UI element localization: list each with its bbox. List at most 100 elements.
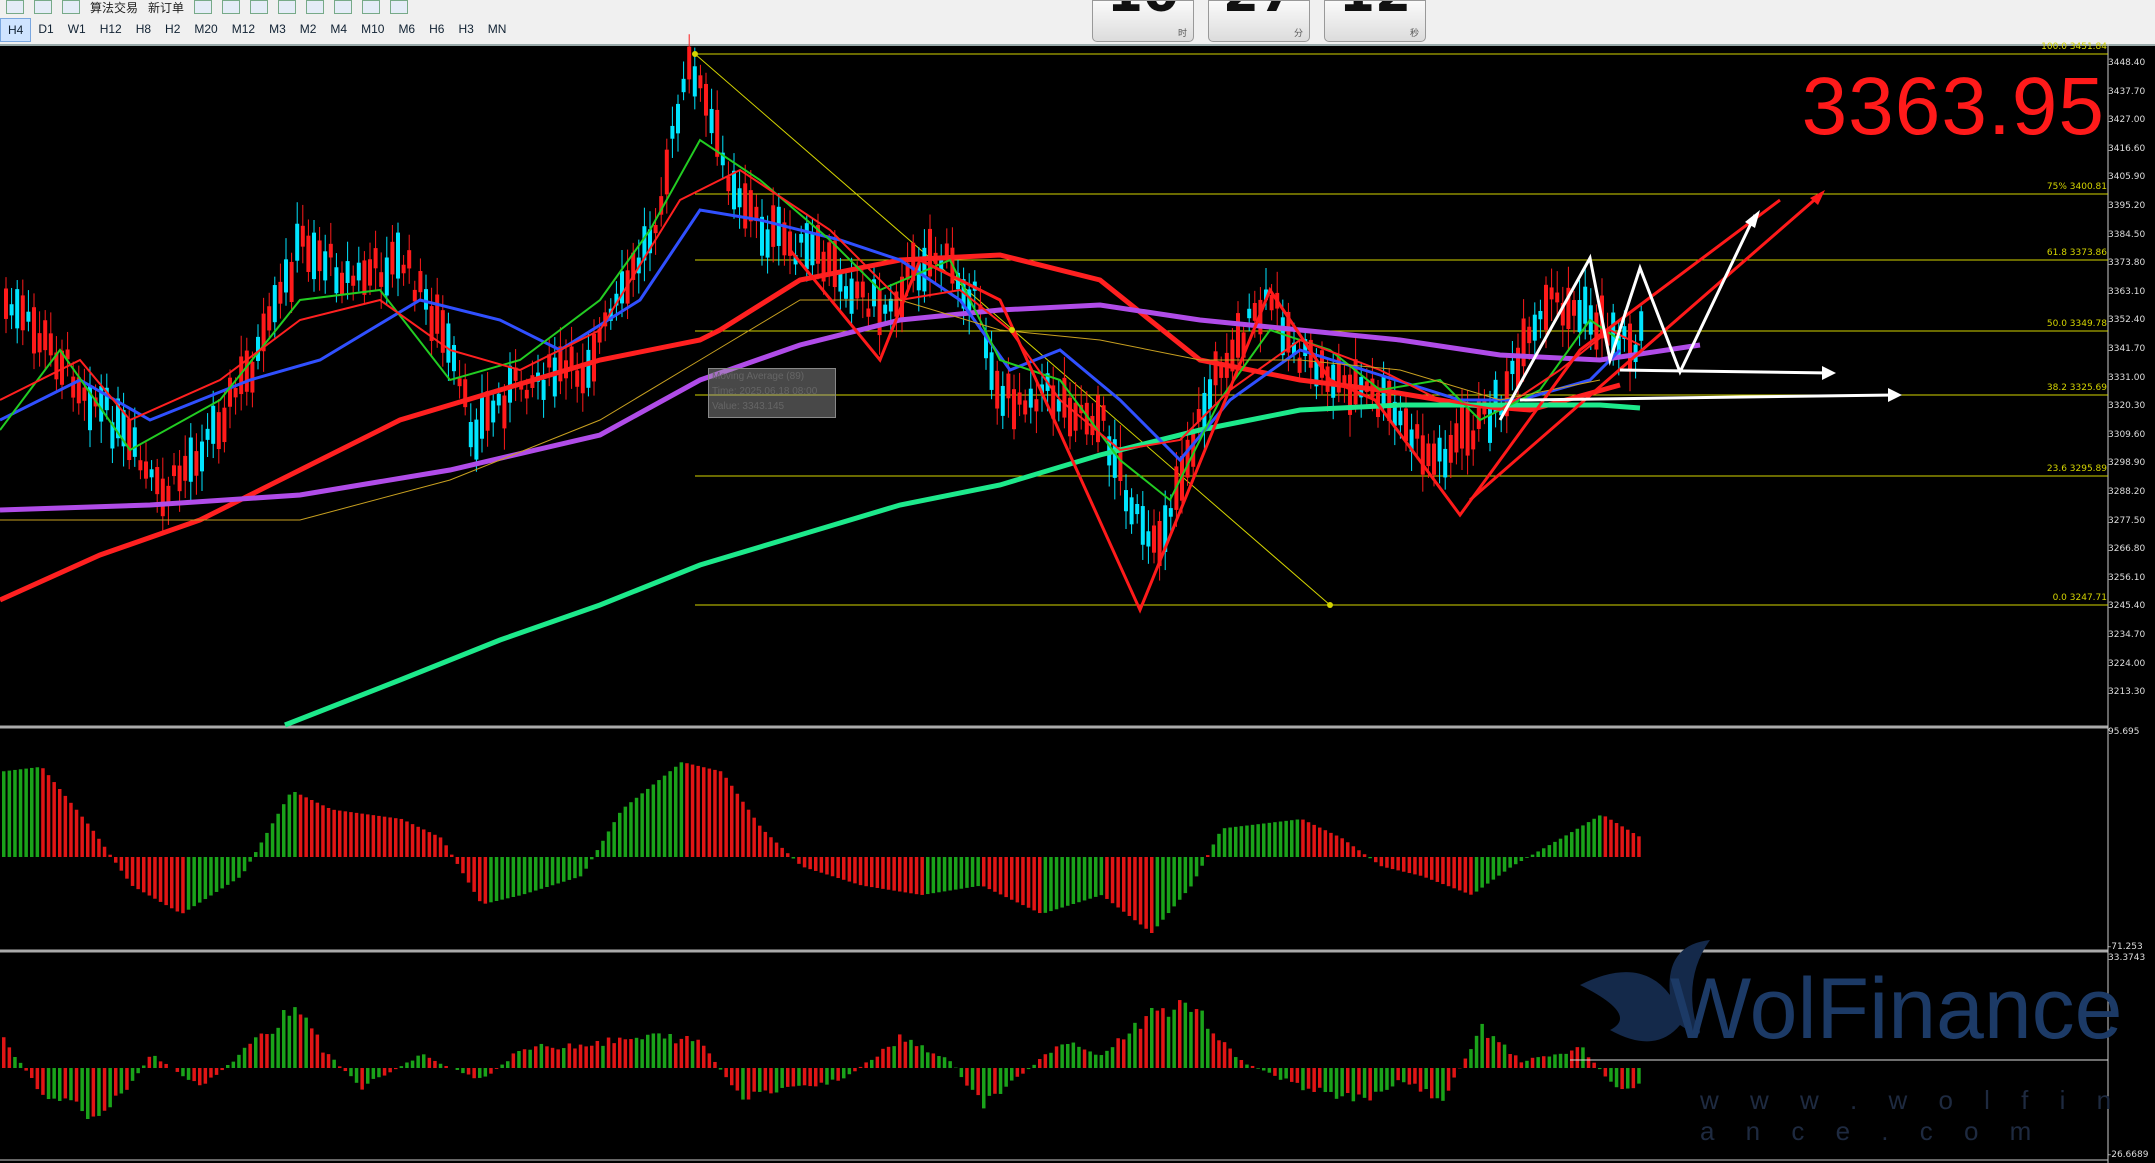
histogram-bar bbox=[1620, 826, 1624, 857]
price-axis-label: 3266.80 bbox=[2108, 544, 2146, 555]
histogram-bar bbox=[1418, 857, 1423, 876]
histogram-bar bbox=[881, 1048, 885, 1068]
candle-body bbox=[1208, 379, 1212, 410]
candle-body bbox=[698, 75, 703, 89]
histogram-bar bbox=[1525, 857, 1529, 858]
histogram-bar bbox=[730, 1068, 734, 1086]
candle-body bbox=[401, 264, 406, 274]
histogram-bar bbox=[1278, 821, 1283, 857]
histogram-bar bbox=[1318, 827, 1322, 857]
histogram-bar bbox=[1385, 1068, 1389, 1090]
candle-body bbox=[1096, 395, 1100, 443]
price-axis-label: 3427.00 bbox=[2108, 115, 2146, 126]
histogram-bar bbox=[321, 1052, 325, 1068]
histogram-bar bbox=[993, 857, 997, 892]
histogram-bar bbox=[786, 853, 790, 857]
histogram-bar bbox=[237, 1054, 241, 1068]
histogram-bar bbox=[1138, 857, 1143, 925]
histogram-bar bbox=[1435, 1068, 1440, 1099]
candle-body bbox=[888, 298, 893, 312]
candle-body bbox=[160, 478, 165, 517]
histogram-bar bbox=[231, 1061, 236, 1068]
histogram-bar bbox=[164, 857, 168, 906]
histogram-bar bbox=[1071, 857, 1076, 904]
histogram-bar bbox=[758, 1068, 762, 1092]
candle-body bbox=[670, 125, 675, 139]
candle-body bbox=[1594, 312, 1599, 350]
histogram-bar bbox=[58, 1068, 62, 1101]
candle-body bbox=[1555, 292, 1560, 303]
histogram-bar bbox=[304, 1017, 308, 1068]
histogram-bar bbox=[1323, 830, 1328, 857]
histogram-bar bbox=[1222, 1042, 1227, 1068]
candle-body bbox=[586, 349, 591, 388]
histogram-bar bbox=[1088, 1051, 1092, 1068]
ma-blue bbox=[0, 208, 1622, 463]
candle-body bbox=[144, 461, 148, 479]
indicator1-top-label: 95.695 bbox=[2108, 727, 2140, 737]
histogram-bar bbox=[461, 1068, 465, 1074]
histogram-bar bbox=[1340, 1068, 1344, 1097]
histogram-bar bbox=[1066, 857, 1070, 906]
arrow-head-icon bbox=[1822, 366, 1836, 380]
histogram-bar bbox=[1043, 857, 1048, 913]
candle-body bbox=[1124, 490, 1128, 512]
histogram-bar bbox=[886, 857, 891, 890]
histogram-bar bbox=[1368, 1068, 1372, 1101]
histogram-bar bbox=[7, 1047, 12, 1068]
histogram-bar bbox=[612, 1043, 616, 1068]
price-axis-label: 3405.90 bbox=[2108, 172, 2146, 183]
histogram-bar bbox=[1407, 857, 1412, 874]
histogram-bar bbox=[1217, 833, 1221, 857]
histogram-bar bbox=[181, 1068, 185, 1077]
histogram-bar bbox=[433, 834, 437, 857]
candle-body bbox=[620, 271, 624, 304]
histogram-bar bbox=[853, 1068, 857, 1072]
histogram-bar bbox=[864, 1062, 868, 1068]
histogram-bar bbox=[1626, 1068, 1630, 1089]
histogram-bar bbox=[1077, 857, 1081, 903]
price-axis-label: 3309.60 bbox=[2108, 429, 2146, 440]
histogram-bar bbox=[153, 1055, 157, 1068]
histogram-bar bbox=[858, 857, 863, 886]
histogram-bar bbox=[1133, 1022, 1137, 1068]
candle-body bbox=[228, 377, 232, 407]
histogram-bar bbox=[724, 777, 728, 857]
histogram-bar bbox=[1631, 1068, 1636, 1089]
candle-body bbox=[289, 261, 294, 303]
candle-body bbox=[177, 465, 182, 492]
histogram-bar bbox=[506, 1061, 510, 1068]
histogram-bar bbox=[203, 857, 208, 900]
histogram-bar bbox=[534, 1046, 538, 1068]
histogram-bar bbox=[405, 1062, 409, 1068]
histogram-bar bbox=[522, 1049, 527, 1068]
histogram-bar bbox=[926, 1052, 930, 1068]
histogram-bar bbox=[282, 1010, 286, 1068]
candle-body bbox=[155, 467, 160, 495]
histogram-bar bbox=[63, 1068, 68, 1099]
histogram-bar bbox=[74, 1068, 79, 1102]
histogram-bar bbox=[1290, 820, 1294, 857]
histogram-bar bbox=[125, 1068, 129, 1090]
candle-body bbox=[1280, 317, 1285, 356]
histogram-bar bbox=[629, 1039, 633, 1068]
histogram-bar bbox=[746, 1068, 751, 1100]
candle-body bbox=[485, 391, 490, 431]
histogram-bar bbox=[1245, 1064, 1249, 1068]
candle-body bbox=[681, 78, 686, 93]
histogram-bar bbox=[1553, 1054, 1557, 1068]
histogram-bar bbox=[1312, 824, 1316, 857]
histogram-bar bbox=[394, 1068, 398, 1070]
indicator1-bottom-label: -71.253 bbox=[2108, 942, 2143, 952]
histogram-bar bbox=[685, 1035, 689, 1068]
candle-body bbox=[379, 272, 384, 287]
fib-level-label: 50.0 3349.78 bbox=[2046, 319, 2107, 329]
histogram-bar bbox=[1054, 857, 1059, 910]
histogram-bar bbox=[282, 804, 286, 857]
histogram-bar bbox=[1486, 1037, 1490, 1068]
histogram-bar bbox=[623, 806, 628, 857]
histogram-bar bbox=[1564, 1053, 1568, 1068]
candle-body bbox=[272, 285, 277, 323]
histogram-bar bbox=[1385, 857, 1389, 868]
candle-body bbox=[256, 336, 260, 361]
